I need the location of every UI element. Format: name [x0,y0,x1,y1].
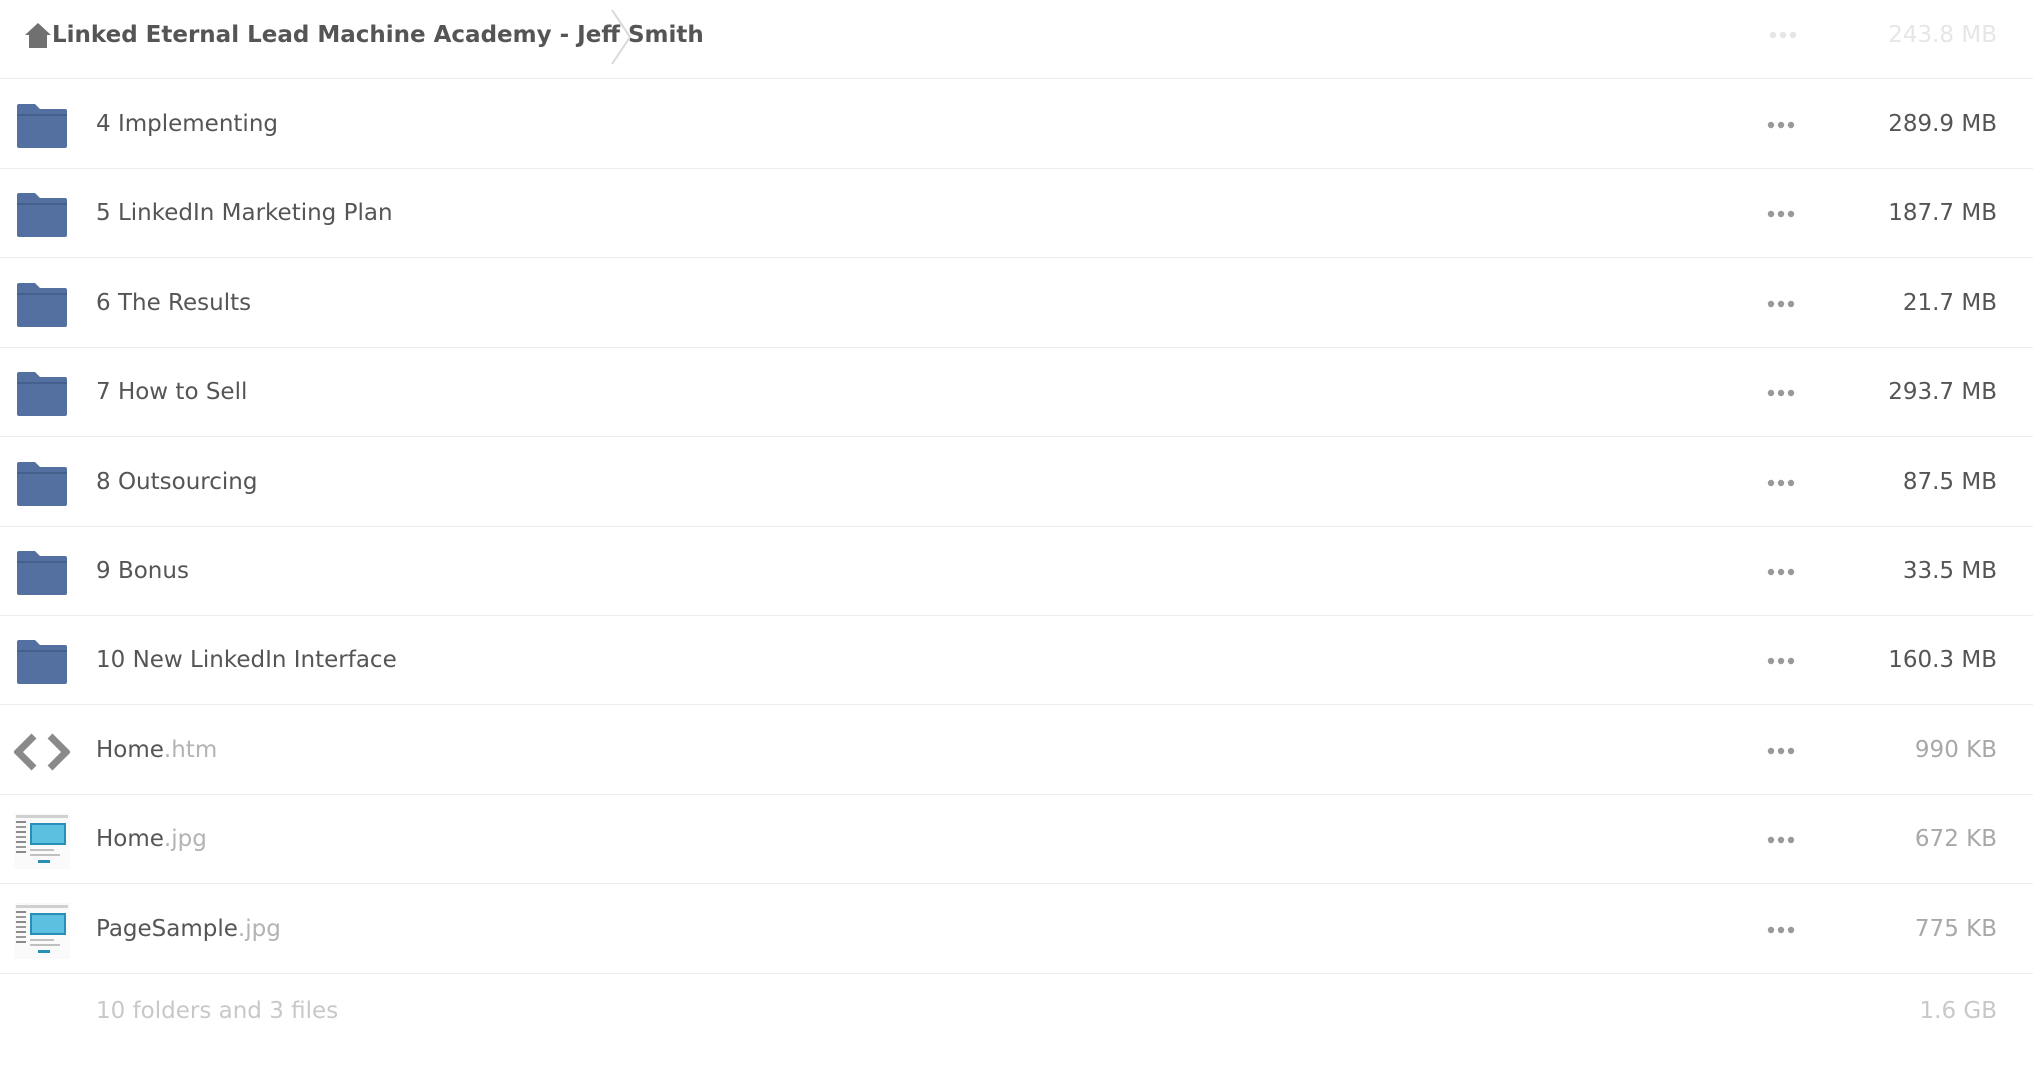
item-basename: 10 New LinkedIn Interface [96,647,397,673]
file-size: 775 KB [1914,916,1997,942]
file-size: 33.5 MB [1902,558,1997,584]
file-size: 160.3 MB [1888,647,1997,673]
code-icon [14,724,70,780]
item-extension: .htm [163,737,218,763]
file-size: 672 KB [1914,826,1997,852]
folder-row[interactable]: 7 How to Sell 293.7 MB [0,348,2033,437]
file-size: 990 KB [1914,737,1997,763]
item-name[interactable]: PageSample.jpg [96,913,281,945]
file-size: 289.9 MB [1888,111,1997,137]
file-size: 293.7 MB [1888,379,1997,405]
item-basename: 7 How to Sell [96,379,248,405]
breadcrumb-separator-icon [611,9,632,65]
item-name[interactable]: 4 Implementing [96,108,278,140]
item-basename: Home [96,826,164,852]
file-size: 187.7 MB [1888,200,1997,226]
summary-footer: 10 folders and 3 files 1.6 GB [0,983,2033,1053]
item-name[interactable]: 10 New LinkedIn Interface [96,644,397,676]
more-options-icon[interactable] [1766,915,1796,945]
file-size: 87.5 MB [1902,469,1997,495]
folder-row[interactable]: 5 LinkedIn Marketing Plan 187.7 MB [0,169,2033,258]
more-options-icon[interactable] [1766,646,1796,676]
file-browser: Linked Eternal Lead Machine Academy - Je… [0,0,2033,1071]
folder-row[interactable]: 4 Implementing 289.9 MB [0,80,2033,169]
more-options-icon[interactable] [1766,825,1796,855]
more-options-icon [1768,26,1798,45]
folder-icon [14,277,70,333]
more-options-icon[interactable] [1766,289,1796,319]
item-name[interactable]: 6 The Results [96,287,251,319]
item-basename: 5 LinkedIn Marketing Plan [96,200,393,226]
summary-count: 10 folders and 3 files [96,998,339,1024]
folder-row[interactable]: 9 Bonus 33.5 MB [0,527,2033,616]
item-basename: 8 Outsourcing [96,469,258,495]
image-thumbnail [14,813,70,869]
folder-row[interactable]: 8 Outsourcing 87.5 MB [0,438,2033,527]
more-options-icon[interactable] [1766,736,1796,766]
folder-icon [14,456,70,512]
file-size: 243.8 MB [1888,22,1997,48]
folder-icon [14,366,70,422]
folder-row[interactable]: 10 New LinkedIn Interface 160.3 MB [0,616,2033,705]
item-name[interactable]: 9 Bonus [96,555,189,587]
more-options-icon[interactable] [1766,557,1796,587]
file-row[interactable]: Home.htm 990 KB [0,706,2033,795]
folder-icon [14,545,70,601]
item-basename: 4 Implementing [96,111,278,137]
item-extension: .jpg [237,916,281,942]
folder-icon [14,634,70,690]
more-options-icon[interactable] [1766,110,1796,140]
item-basename: Home [96,737,164,763]
item-name[interactable]: Home.htm [96,734,217,766]
item-basename: 6 The Results [96,290,252,316]
file-row[interactable]: Home.jpg 672 KB [0,795,2033,884]
item-name[interactable]: 8 Outsourcing [96,466,257,498]
breadcrumb: Linked Eternal Lead Machine Academy - Je… [0,0,2033,79]
folder-icon [14,187,70,243]
more-options-icon[interactable] [1766,468,1796,498]
item-name[interactable]: 7 How to Sell [96,376,247,408]
item-basename: PageSample [96,916,238,942]
file-size: 21.7 MB [1902,290,1997,316]
summary-total-size: 1.6 GB [1919,998,1998,1024]
more-options-icon[interactable] [1766,199,1796,229]
folder-row[interactable]: 6 The Results 21.7 MB [0,259,2033,348]
item-name[interactable]: Home.jpg [96,823,207,855]
item-basename: 9 Bonus [96,558,189,584]
folder-icon [14,98,70,154]
more-options-icon[interactable] [1766,378,1796,408]
item-extension: .jpg [163,826,207,852]
file-row[interactable]: PageSample.jpg 775 KB [0,885,2033,974]
item-name[interactable]: 5 LinkedIn Marketing Plan [96,197,393,229]
image-thumbnail [14,903,70,959]
breadcrumb-current-folder[interactable]: Linked Eternal Lead Machine Academy - Je… [52,20,704,50]
